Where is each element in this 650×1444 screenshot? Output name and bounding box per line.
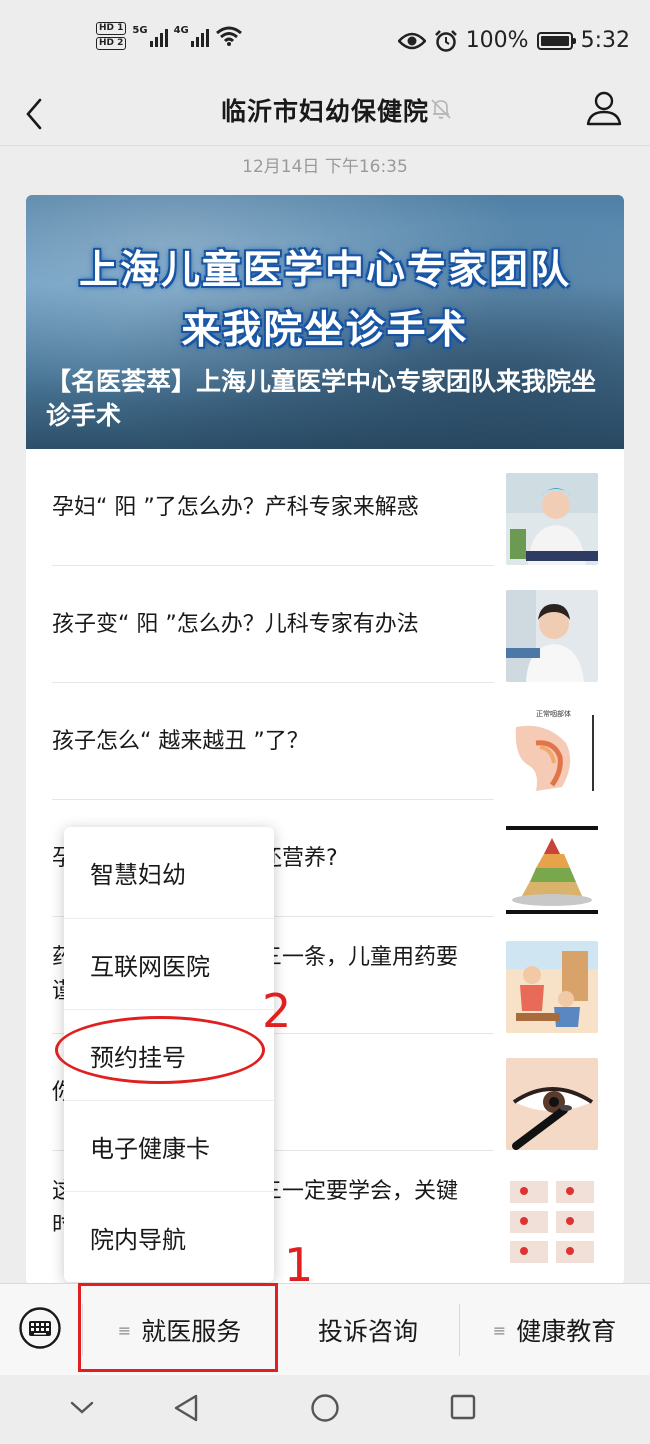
annotation-step-number: 2 [262,984,292,1038]
article-title: 孕妇“ 阳 ”了怎么办？产科专家来解惑 [52,494,419,520]
keyboard-icon [19,1307,61,1349]
article-thumbnail: 正常咽部体 [506,707,598,799]
chevron-down-icon[interactable] [68,1393,96,1421]
person-icon [586,91,622,126]
menu-item-smart-maternal[interactable]: 智慧妇幼 [64,827,274,918]
banner-article[interactable]: 上海儿童医学中心专家团队 来我院坐诊手术 【名医荟萃】上海儿童医学中心专家团队来… [26,195,624,449]
article-thumbnail [506,824,598,916]
banner-headline: 上海儿童医学中心专家团队 [78,248,571,293]
mute-bell-icon [431,99,451,119]
profile-button[interactable] [584,88,624,128]
recents-square-icon[interactable] [449,1393,477,1421]
signal-icon: 4G [174,25,209,47]
nav-bar: 临沂市妇幼保健院 [0,82,650,142]
menu-item-hospital-navigation[interactable]: 院内导航 [64,1191,274,1282]
banner-caption: 【名医荟萃】上海儿童医学中心专家团队来我院坐诊手术 [46,367,597,430]
article-thumbnail [506,1175,598,1267]
alarm-icon [434,29,457,52]
list-item[interactable]: 孩子怎么“ 越来越丑 ”了？ 正常咽部体 [26,683,624,800]
banner-headline: 来我院坐诊手术 [181,308,469,353]
nav-divider [0,145,650,146]
status-icons-left: HD 1 HD 2 5G 4G [96,22,243,50]
article-thumbnail [506,1058,598,1150]
battery-percent: 100% [465,28,529,53]
eye-icon [397,32,426,49]
article-thumbnail [506,590,598,682]
thumb-caption: 正常咽部体 [536,710,571,718]
back-triangle-icon[interactable] [172,1393,200,1423]
menu-item-internet-hospital[interactable]: 互联网医院 [64,918,274,1009]
menu-lines-icon: ≡ [492,1320,507,1340]
bottom-menu-complaint[interactable]: 投诉咨询 [277,1284,459,1376]
article-title: 孩子怎么“ 越来越丑 ”了？ [52,728,309,754]
signal-icon: 5G [132,25,168,47]
page-title: 临沂市妇幼保健院 [220,97,429,126]
article-title: 孩子变“ 阳 ”怎么办？儿科专家有办法 [52,611,419,637]
annotation-step-number: 1 [284,1238,314,1292]
hd-badge: HD 2 [96,37,127,50]
annotation-circle [55,1016,265,1084]
system-navigation-bar [0,1375,650,1444]
keyboard-toggle-button[interactable] [18,1306,62,1350]
home-circle-icon[interactable] [310,1393,340,1423]
bottom-menu-health-education[interactable]: ≡ 健康教育 [459,1284,650,1376]
wifi-icon [215,26,242,46]
hd-badge: HD 1 [96,22,127,35]
menu-item-health-card[interactable]: 电子健康卡 [64,1100,274,1191]
message-timestamp: 12月14日 下午16:35 [242,157,408,177]
article-thumbnail [506,941,598,1033]
clock-time: 5:32 [580,28,630,53]
annotation-rectangle [78,1283,278,1372]
battery-icon [536,31,576,50]
list-item[interactable]: 孕妇“ 阳 ”了怎么办？产科专家来解惑 [26,449,624,566]
status-bar: HD 1 HD 2 5G 4G 100% 5:32 [0,0,650,82]
article-thumbnail [506,473,598,565]
list-item[interactable]: 孩子变“ 阳 ”怎么办？儿科专家有办法 [26,566,624,683]
status-icons-right: 100% 5:32 [397,28,630,53]
